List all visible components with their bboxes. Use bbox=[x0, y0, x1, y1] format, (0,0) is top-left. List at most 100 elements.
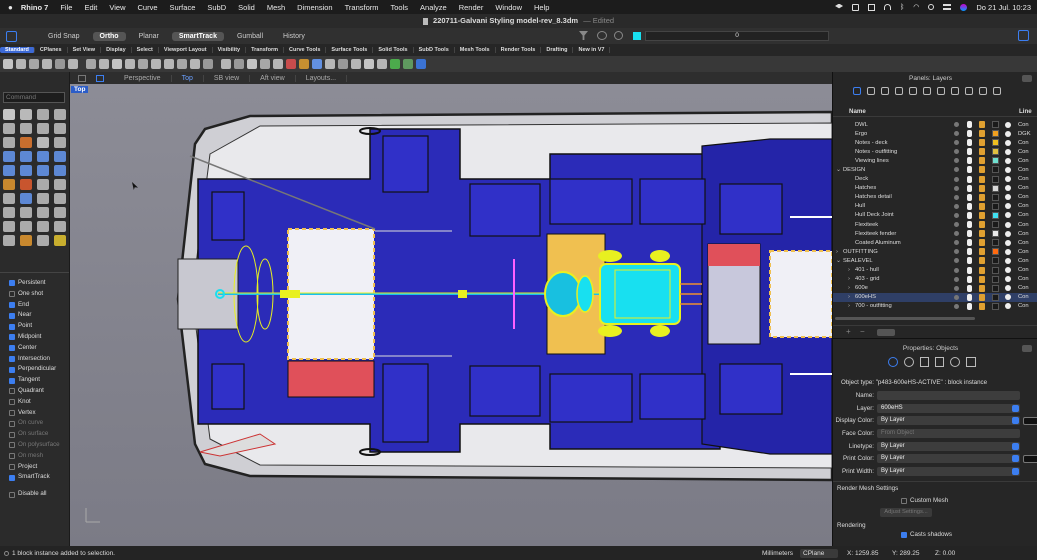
join-icon[interactable] bbox=[37, 179, 49, 190]
mode-history[interactable]: History bbox=[276, 32, 312, 41]
layers-icon[interactable] bbox=[853, 87, 861, 95]
layer-visibility-icon[interactable] bbox=[954, 176, 959, 182]
layer-visibility-icon[interactable] bbox=[954, 267, 959, 273]
freeform-icon[interactable] bbox=[20, 137, 32, 148]
target-icon[interactable] bbox=[614, 31, 623, 40]
units[interactable]: Millimeters bbox=[762, 550, 793, 557]
copy-icon[interactable] bbox=[86, 59, 96, 69]
layer-on-icon[interactable] bbox=[967, 202, 972, 210]
osnap-checkbox[interactable] bbox=[9, 388, 15, 395]
layer-row[interactable]: › 600e Con bbox=[833, 284, 1037, 293]
tab-surface-tools[interactable]: Surface Tools bbox=[326, 47, 374, 53]
layer-material-icon[interactable] bbox=[1005, 239, 1011, 246]
layer-on-icon[interactable] bbox=[967, 193, 972, 201]
osnap-checkbox[interactable] bbox=[9, 280, 15, 287]
layer-expander-icon[interactable]: › bbox=[836, 249, 838, 255]
layer-lock-icon[interactable] bbox=[979, 148, 985, 156]
property-value[interactable] bbox=[877, 390, 1020, 400]
properties-options-icon[interactable] bbox=[1022, 345, 1032, 352]
box-icon[interactable] bbox=[3, 165, 15, 176]
osnap-checkbox[interactable] bbox=[9, 345, 15, 352]
layer-row[interactable]: Coated Aluminum Con bbox=[833, 238, 1037, 247]
sun-icon[interactable] bbox=[965, 87, 973, 95]
tab-render-tools[interactable]: Render Tools bbox=[496, 47, 542, 53]
layer-material-icon[interactable] bbox=[1005, 130, 1011, 137]
layer-lock-icon[interactable] bbox=[979, 284, 985, 292]
layer-visibility-icon[interactable] bbox=[954, 167, 959, 173]
layer-color-icon[interactable] bbox=[992, 275, 999, 283]
mode-grid-snap[interactable]: Grid Snap bbox=[41, 32, 87, 41]
layer-material-icon[interactable] bbox=[1005, 157, 1011, 164]
layers-scrollbar[interactable] bbox=[835, 317, 975, 320]
layer-visibility-icon[interactable] bbox=[954, 122, 959, 127]
osnap-end[interactable]: End bbox=[9, 300, 69, 311]
layer-row[interactable]: Deck Con bbox=[833, 175, 1037, 184]
layer-on-icon[interactable] bbox=[967, 148, 972, 156]
menu-analyze[interactable]: Analyze bbox=[420, 3, 447, 12]
layer-material-icon[interactable] bbox=[1005, 185, 1011, 192]
tab-cplanes[interactable]: CPlanes bbox=[35, 47, 68, 53]
import-icon[interactable] bbox=[55, 59, 65, 69]
layer-color-icon[interactable] bbox=[992, 266, 999, 274]
tab-solid-tools[interactable]: Solid Tools bbox=[373, 47, 414, 53]
tab-set-view[interactable]: Set View bbox=[68, 47, 102, 53]
menu-transform[interactable]: Transform bbox=[345, 3, 379, 12]
layer-lock-icon[interactable] bbox=[979, 239, 985, 247]
layer-material-icon[interactable] bbox=[1005, 166, 1011, 173]
custom-mesh-checkbox[interactable] bbox=[901, 497, 907, 504]
layer-visibility-icon[interactable] bbox=[954, 203, 959, 209]
osnap-checkbox[interactable] bbox=[9, 409, 15, 416]
osnap-smarttrack[interactable]: SmartTrack bbox=[9, 472, 69, 483]
box3d-icon[interactable] bbox=[895, 87, 903, 95]
zoom-icon[interactable] bbox=[151, 59, 161, 69]
bluetooth-icon[interactable]: ᛒ bbox=[900, 4, 904, 11]
layer-color-icon[interactable] bbox=[992, 166, 999, 174]
layer-on-icon[interactable] bbox=[967, 284, 972, 292]
menu-tools[interactable]: Tools bbox=[391, 3, 409, 12]
osnap-checkbox[interactable] bbox=[9, 453, 15, 460]
cube-icon[interactable] bbox=[867, 87, 875, 95]
progress-field[interactable]: 0 bbox=[645, 31, 829, 41]
curve-icon[interactable] bbox=[54, 109, 66, 120]
layer-lock-icon[interactable] bbox=[979, 211, 985, 219]
lock-icon[interactable] bbox=[234, 59, 244, 69]
layer-material-icon[interactable] bbox=[1005, 221, 1011, 228]
tab-visibility[interactable]: Visibility bbox=[213, 47, 247, 53]
layer-lock-icon[interactable] bbox=[979, 166, 985, 174]
lights-icon[interactable] bbox=[950, 357, 960, 367]
layer-material-icon[interactable] bbox=[1005, 176, 1011, 183]
layer-on-icon[interactable] bbox=[967, 121, 972, 128]
viewport-tab-perspective[interactable]: Perspective bbox=[114, 74, 172, 82]
material-icon[interactable] bbox=[904, 357, 914, 367]
property-value[interactable]: From Object bbox=[877, 428, 1020, 438]
mirror-icon[interactable] bbox=[3, 207, 15, 218]
viewport-tab-layouts[interactable]: Layouts... bbox=[296, 74, 348, 82]
layer-col-line[interactable]: Line bbox=[1019, 108, 1032, 115]
app-status-icon[interactable] bbox=[852, 3, 860, 11]
layer-material-icon[interactable] bbox=[1005, 285, 1011, 292]
mode-gumball[interactable]: Gumball bbox=[230, 32, 270, 41]
layer-color-icon[interactable] bbox=[992, 148, 999, 156]
layer-material-icon[interactable] bbox=[1005, 212, 1011, 219]
layer-color-swatch[interactable] bbox=[633, 32, 641, 40]
layer-filter-button[interactable] bbox=[877, 329, 895, 336]
osnap-checkbox[interactable] bbox=[9, 301, 15, 308]
layer-col-name[interactable]: Name bbox=[849, 108, 866, 115]
menu-render[interactable]: Render bbox=[459, 3, 484, 12]
circle-icon[interactable] bbox=[3, 123, 15, 134]
layer-visibility-icon[interactable] bbox=[954, 285, 959, 291]
layer-expander-icon[interactable]: ⌄ bbox=[836, 167, 841, 173]
shaded-icon[interactable] bbox=[325, 59, 335, 69]
layer-expander-icon[interactable]: › bbox=[848, 267, 850, 273]
layer-color-icon[interactable] bbox=[992, 139, 999, 147]
select-icon[interactable] bbox=[221, 59, 231, 69]
color-wheel-icon[interactable] bbox=[299, 59, 309, 69]
layer-visibility-icon[interactable] bbox=[954, 276, 959, 282]
brush-icon[interactable] bbox=[979, 87, 987, 95]
zoom-window-icon[interactable] bbox=[164, 59, 174, 69]
layer-color-icon[interactable] bbox=[992, 248, 999, 256]
layer-on-icon[interactable] bbox=[967, 157, 972, 165]
layer-expander-icon[interactable]: › bbox=[848, 303, 850, 309]
layer-lock-icon[interactable] bbox=[979, 248, 985, 256]
block-icon[interactable] bbox=[20, 221, 32, 232]
